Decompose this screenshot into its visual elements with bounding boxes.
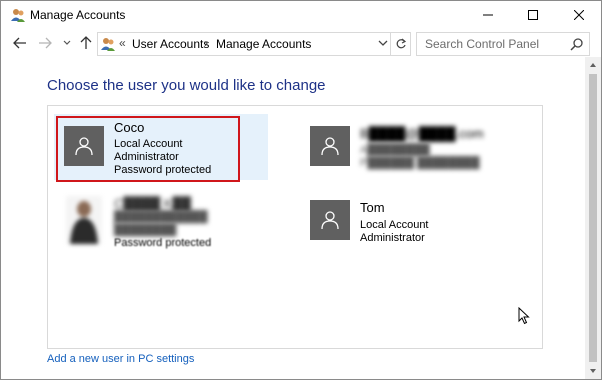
manage-accounts-window: Manage Accounts « User Accounts › Manage…	[0, 0, 602, 380]
add-new-user-link[interactable]: Add a new user in PC settings	[47, 353, 194, 365]
mouse-pointer-icon	[518, 306, 530, 325]
search-icon[interactable]	[570, 37, 584, 51]
account-password-status: Password protected	[114, 237, 212, 249]
scrollbar-thumb[interactable]	[589, 74, 597, 362]
user-photo	[66, 196, 102, 244]
account-tile-email[interactable]: B████@████.com A████████ P██████ ███████…	[302, 118, 522, 180]
account-type: ████████████	[114, 211, 208, 223]
account-name: Tom	[360, 200, 385, 215]
breadcrumb-user-accounts[interactable]: User Accounts	[132, 37, 209, 51]
avatar	[310, 200, 350, 240]
accounts-panel: Coco Local Account Administrator Passwor…	[47, 105, 543, 349]
user-accounts-icon	[10, 7, 26, 23]
account-role: Administrator	[360, 232, 425, 244]
vertical-scrollbar[interactable]	[585, 57, 601, 379]
avatar	[310, 126, 350, 166]
maximize-button[interactable]	[510, 1, 555, 29]
user-accounts-icon	[100, 36, 116, 52]
up-arrow-icon[interactable]	[78, 35, 94, 51]
title-bar[interactable]: Manage Accounts	[1, 1, 601, 29]
scroll-down-arrow-icon[interactable]	[585, 363, 601, 379]
account-tile-blurred[interactable]: C████ K██ ████████████ ████████ Password…	[54, 192, 268, 258]
close-icon	[573, 10, 584, 20]
refresh-button[interactable]	[390, 33, 411, 55]
breadcrumb-manage-accounts[interactable]: Manage Accounts	[216, 37, 311, 51]
maximize-icon	[527, 10, 538, 20]
account-name: C████ K██	[114, 196, 191, 211]
address-dropdown-chevron-icon[interactable]	[376, 36, 390, 50]
account-tile-tom[interactable]: Tom Local Account Administrator	[302, 192, 522, 258]
window-title: Manage Accounts	[30, 8, 126, 22]
search-placeholder: Search Control Panel	[425, 37, 540, 51]
user-silhouette-icon	[321, 137, 339, 156]
back-arrow-icon[interactable]	[12, 35, 28, 51]
breadcrumb-overflow[interactable]: «	[119, 36, 126, 50]
account-type: A████████	[360, 144, 430, 156]
recent-locations-chevron-icon[interactable]	[59, 35, 75, 51]
account-role: ████████	[114, 224, 177, 236]
page-heading: Choose the user you would like to change	[47, 77, 326, 94]
content-area: Choose the user you would like to change…	[1, 57, 585, 379]
address-bar[interactable]: « User Accounts › Manage Accounts	[97, 32, 411, 56]
minimize-icon	[482, 14, 493, 16]
selection-highlight	[56, 116, 240, 182]
minimize-button[interactable]	[465, 1, 510, 29]
breadcrumb-separator[interactable]: ›	[204, 36, 208, 50]
account-type: Local Account	[360, 219, 429, 231]
refresh-icon	[396, 38, 407, 49]
scroll-up-arrow-icon[interactable]	[585, 57, 601, 73]
forward-arrow-icon[interactable]	[37, 35, 53, 51]
account-name: B████@████.com	[360, 126, 484, 141]
navigation-bar: « User Accounts › Manage Accounts Search…	[1, 29, 601, 57]
user-silhouette-icon	[321, 211, 339, 230]
account-password-status: P██████ ████████	[360, 157, 480, 169]
search-input[interactable]: Search Control Panel	[416, 32, 590, 56]
close-button[interactable]	[556, 1, 601, 29]
